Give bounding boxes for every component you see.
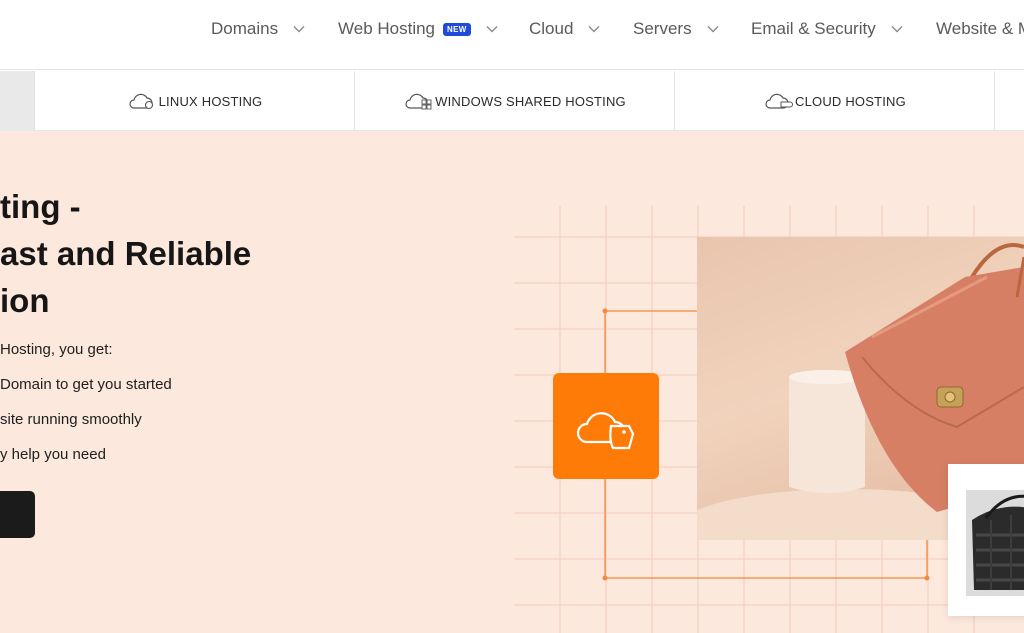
benefit-item: site running smoothly: [0, 411, 142, 428]
subtab-label: WINDOWS SHARED HOSTING: [435, 93, 626, 109]
nav-item-domains[interactable]: Domains: [211, 18, 306, 40]
hero-title-line-1: ting -: [0, 188, 81, 225]
nav-item-email-security[interactable]: Email & Security: [751, 18, 904, 40]
hero-title-line-3: ion: [0, 282, 50, 319]
nav-label: Website & M: [936, 19, 1024, 38]
hero-section: ting - ast and Reliable ion Hosting, you…: [0, 131, 1024, 633]
chevron-down-icon: [707, 26, 719, 33]
nav-label: Email & Security: [751, 19, 876, 38]
benefit-item: Domain to get you started: [0, 376, 172, 393]
benefit-item: y help you need: [0, 446, 106, 463]
nav-label: Cloud: [529, 19, 574, 38]
chevron-down-icon: [891, 26, 903, 33]
hero-intro: Hosting, you get:: [0, 341, 113, 358]
chevron-down-icon: [588, 26, 600, 33]
subtab-label: CLOUD HOSTING: [795, 93, 906, 109]
subtab-label: LINUX HOSTING: [158, 93, 263, 109]
subtab-overflow: [0, 71, 34, 131]
hosting-brand-card: [553, 373, 659, 479]
nav-item-servers[interactable]: Servers: [633, 18, 720, 40]
nav-item-web-hosting[interactable]: Web Hosting NEW: [338, 18, 499, 40]
hero-title-line-2: ast and Reliable: [0, 235, 252, 272]
top-navigation: Domains Web Hosting NEW Cloud Servers Em…: [0, 0, 1024, 70]
product-thumbnail: [966, 490, 1024, 596]
cloud-windows-icon: [405, 93, 432, 110]
subtab-windows-shared-hosting[interactable]: WINDOWS SHARED HOSTING: [354, 71, 674, 131]
new-badge: NEW: [443, 22, 471, 36]
nav-item-cloud[interactable]: Cloud: [529, 18, 601, 40]
nav-label: Servers: [633, 19, 692, 38]
cloud-bird-icon: [576, 412, 635, 450]
nav-item-website[interactable]: Website & M: [936, 18, 1024, 40]
cta-button[interactable]: [0, 491, 35, 538]
chevron-down-icon: [486, 26, 498, 33]
subtab-more[interactable]: [994, 71, 1024, 131]
cloud-linux-icon: [129, 93, 153, 110]
nav-label: Domains: [211, 19, 279, 38]
chevron-down-icon: [293, 26, 305, 33]
product-thumbnail-card: [948, 464, 1024, 616]
nav-label: Web Hosting: [338, 19, 436, 38]
subtab-cloud-hosting[interactable]: CLOUD HOSTING: [674, 71, 994, 131]
subtab-linux-hosting[interactable]: LINUX HOSTING: [34, 71, 354, 131]
black-bag-illustration: [966, 490, 1024, 596]
hosting-subtabs: LINUX HOSTING WINDOWS SHARED HOSTING CLO…: [0, 71, 1024, 131]
cloud-icon: [765, 93, 793, 109]
